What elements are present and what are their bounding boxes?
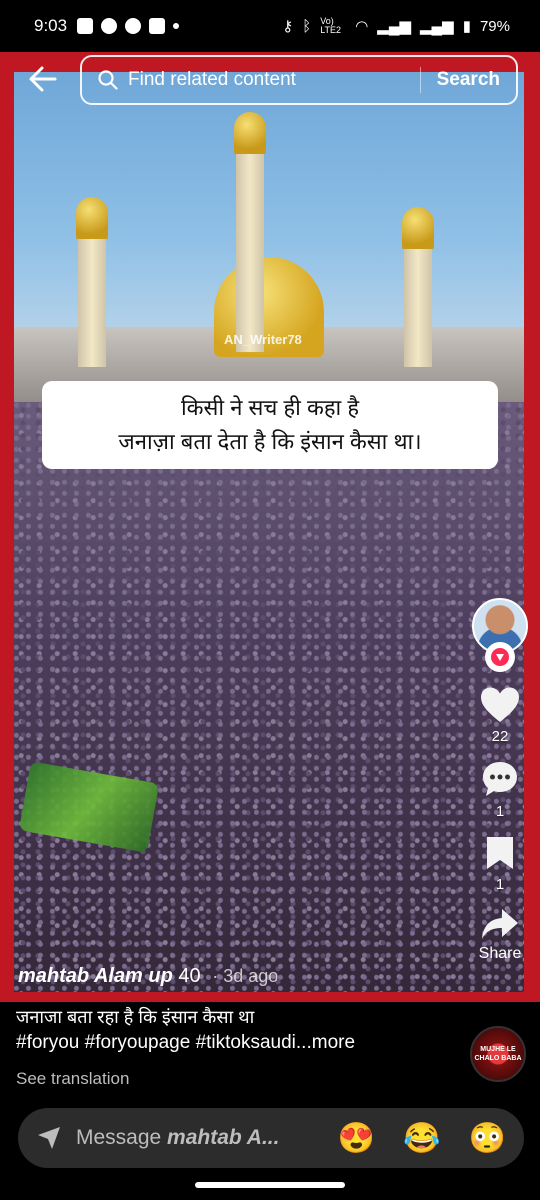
share-button[interactable]: Share <box>478 907 522 963</box>
minaret <box>234 112 266 352</box>
minaret <box>402 207 434 367</box>
wifi-icon: ◠ <box>355 18 369 35</box>
facebook-icon <box>125 18 142 34</box>
more-notifications-icon <box>173 23 180 29</box>
battery-level: 79% <box>479 17 510 35</box>
notification-icons <box>77 18 180 34</box>
signal-icon: ▂▄▆ <box>420 18 454 35</box>
caption-line: किसी ने सच ही कहा है <box>180 395 360 420</box>
video-caption-box: किसी ने सच ही कहा है जनाज़ा बता देता है … <box>42 381 498 469</box>
post-description: जनाजा बता रहा है कि इंसान कैसा था <box>16 1007 255 1027</box>
bluetooth-icon: ᛒ <box>302 17 312 35</box>
back-arrow-icon[interactable] <box>28 64 58 94</box>
search-divider <box>419 67 421 93</box>
network-label: Vo) LTE2 <box>320 16 342 35</box>
caption-line: जनाज़ा बता देता है कि इंसान कैसा था। <box>118 429 422 454</box>
search-button[interactable]: Search <box>437 69 500 91</box>
action-rail: 22 1 1 Share <box>468 598 532 963</box>
status-time: 9:03 <box>34 16 68 35</box>
emoji-laughing-button[interactable]: 😂 <box>403 1121 440 1156</box>
facebook-icon <box>101 18 118 34</box>
search-bar[interactable]: Find related content Search <box>80 55 518 105</box>
video-player[interactable]: AN_Writer78 <box>0 52 540 1002</box>
minaret <box>76 197 108 367</box>
message-input[interactable]: Message mahtab A... <box>76 1126 310 1150</box>
system-icons: ⚷ ᛒ Vo) LTE2 ◠ ▂▄▆ ▂▄▆ ▮ 79% <box>282 16 510 36</box>
comment-icon <box>483 762 517 796</box>
see-translation-link[interactable]: See translation <box>16 1069 129 1089</box>
follow-button[interactable] <box>485 642 515 672</box>
send-icon <box>38 1127 60 1149</box>
follow-icon <box>491 648 509 666</box>
mail-icon <box>77 18 94 34</box>
author-line[interactable]: mahtab Alam up 40 · 3d ago <box>18 965 278 988</box>
key-icon: ⚷ <box>282 18 294 35</box>
post-hashtags[interactable]: #foryou #foryoupage #tiktoksaudi...more <box>16 1032 355 1054</box>
save-count: 1 <box>495 876 505 893</box>
battery-icon: ▮ <box>462 18 471 35</box>
home-indicator[interactable] <box>195 1182 345 1188</box>
comment-count: 1 <box>495 803 505 820</box>
music-disc[interactable]: MUJHE LE CHALO BABA <box>470 1026 526 1082</box>
like-count: 22 <box>491 728 509 745</box>
comment-button[interactable]: 1 <box>480 759 520 820</box>
crowd <box>14 402 524 992</box>
search-icon <box>98 70 118 90</box>
message-recipient: mahtab A... <box>167 1126 280 1149</box>
message-prefix: Message <box>76 1126 168 1149</box>
heart-icon <box>481 687 519 722</box>
share-label: Share <box>478 945 522 962</box>
status-bar: 9:03 ⚷ ᛒ Vo) LTE2 ◠ ▂▄▆ ▂▄▆ ▮ 79% <box>0 0 540 52</box>
capcut-icon <box>149 18 166 34</box>
search-placeholder[interactable]: Find related content <box>128 69 420 91</box>
video-watermark: AN_Writer78 <box>224 332 302 347</box>
bookmark-icon <box>487 837 513 869</box>
share-arrow-icon <box>481 909 518 939</box>
author-name[interactable]: mahtab Alam up <box>18 965 173 987</box>
emoji-flushed-button[interactable]: 😳 <box>469 1121 506 1156</box>
emoji-heart-eyes-button[interactable]: 😍 <box>338 1121 375 1156</box>
signal-icon: ▂▄▆ <box>377 18 411 35</box>
music-label: MUJHE LE CHALO BABA <box>474 1046 522 1062</box>
save-button[interactable]: 1 <box>484 834 516 893</box>
author-suffix: 40 <box>178 965 201 987</box>
like-button[interactable]: 22 <box>479 686 521 745</box>
post-time-ago: · 3d ago <box>212 966 279 986</box>
video-frame: AN_Writer78 <box>14 72 524 992</box>
message-bar[interactable]: Message mahtab A... 😍 😂 😳 <box>18 1108 524 1168</box>
